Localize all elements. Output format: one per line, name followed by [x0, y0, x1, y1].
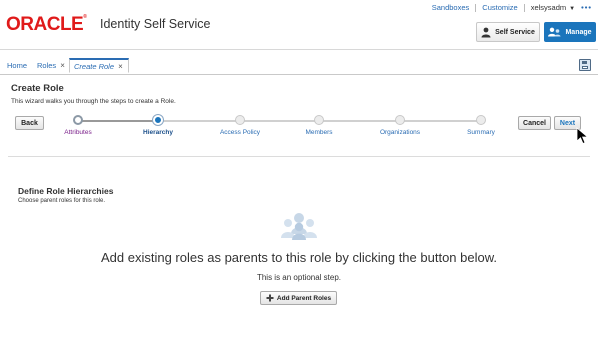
self-service-label: Self Service — [495, 28, 535, 36]
train-stop-hierarchy — [153, 115, 163, 125]
person-badge-icon — [481, 27, 491, 37]
train-stop-attributes[interactable] — [73, 115, 83, 125]
tab-label: Home — [7, 61, 28, 70]
save-disk-icon[interactable] — [579, 59, 591, 71]
step-label-summary[interactable]: Summary — [467, 129, 495, 136]
page-description: This wizard walks you through the steps … — [11, 98, 176, 105]
mouse-cursor-icon — [576, 127, 589, 145]
section-title: Define Role Hierarchies — [18, 186, 114, 196]
header-divider — [0, 49, 598, 50]
logo-text: ORACLE — [6, 14, 84, 35]
page-title: Create Role — [11, 83, 64, 94]
train-progress — [74, 120, 158, 122]
cancel-button[interactable]: Cancel — [518, 116, 551, 130]
customize-link[interactable]: Customize — [482, 3, 517, 12]
tab-label: Create Role — [74, 61, 115, 71]
user-name: xelsysadm — [530, 3, 567, 12]
self-service-button[interactable]: Self Service — [476, 22, 540, 42]
top-links: Sandboxes Customize xelsysadm ▼ ••• — [432, 3, 592, 12]
step-label-hierarchy: Hierarchy — [143, 129, 173, 136]
add-parent-roles-button[interactable]: Add Parent Roles — [260, 291, 337, 305]
manage-button[interactable]: Manage — [544, 22, 596, 42]
step-label-organizations[interactable]: Organizations — [380, 129, 420, 136]
tab-roles[interactable]: Roles × — [33, 58, 69, 73]
back-button[interactable]: Back — [15, 116, 44, 130]
train-stop-summary[interactable] — [476, 115, 486, 125]
step-label-attributes[interactable]: Attributes — [64, 129, 91, 136]
section-divider — [8, 156, 590, 157]
tab-label: Roles — [37, 61, 57, 70]
divider — [523, 3, 525, 12]
empty-state-message: Add existing roles as parents to this ro… — [101, 250, 497, 265]
users-manage-icon — [548, 27, 561, 37]
sandboxes-link[interactable]: Sandboxes — [432, 3, 470, 12]
more-menu[interactable]: ••• — [581, 3, 592, 12]
section-subtitle: Choose parent roles for this role. — [18, 198, 106, 204]
divider — [475, 3, 477, 12]
user-menu[interactable]: xelsysadm ▼ — [531, 3, 575, 12]
train-stop-access-policy[interactable] — [235, 115, 245, 125]
role-people-icon — [281, 213, 317, 240]
step-label-access-policy[interactable]: Access Policy — [220, 129, 260, 136]
close-icon[interactable]: × — [60, 61, 65, 70]
step-label-members[interactable]: Members — [305, 129, 332, 136]
train-stop-members[interactable] — [314, 115, 324, 125]
close-icon[interactable]: × — [118, 62, 123, 71]
train-stop-organizations[interactable] — [395, 115, 405, 125]
plus-icon — [266, 294, 274, 302]
product-name: Identity Self Service — [100, 17, 211, 31]
oracle-logo: ORACLE® — [6, 14, 87, 35]
manage-label: Manage — [565, 28, 592, 36]
optional-note: This is an optional step. — [256, 273, 342, 282]
chevron-down-icon: ▼ — [569, 6, 576, 12]
tab-create-role[interactable]: Create Role × — [69, 58, 129, 73]
add-parent-roles-label: Add Parent Roles — [276, 294, 332, 302]
tab-home[interactable]: Home — [3, 58, 31, 73]
